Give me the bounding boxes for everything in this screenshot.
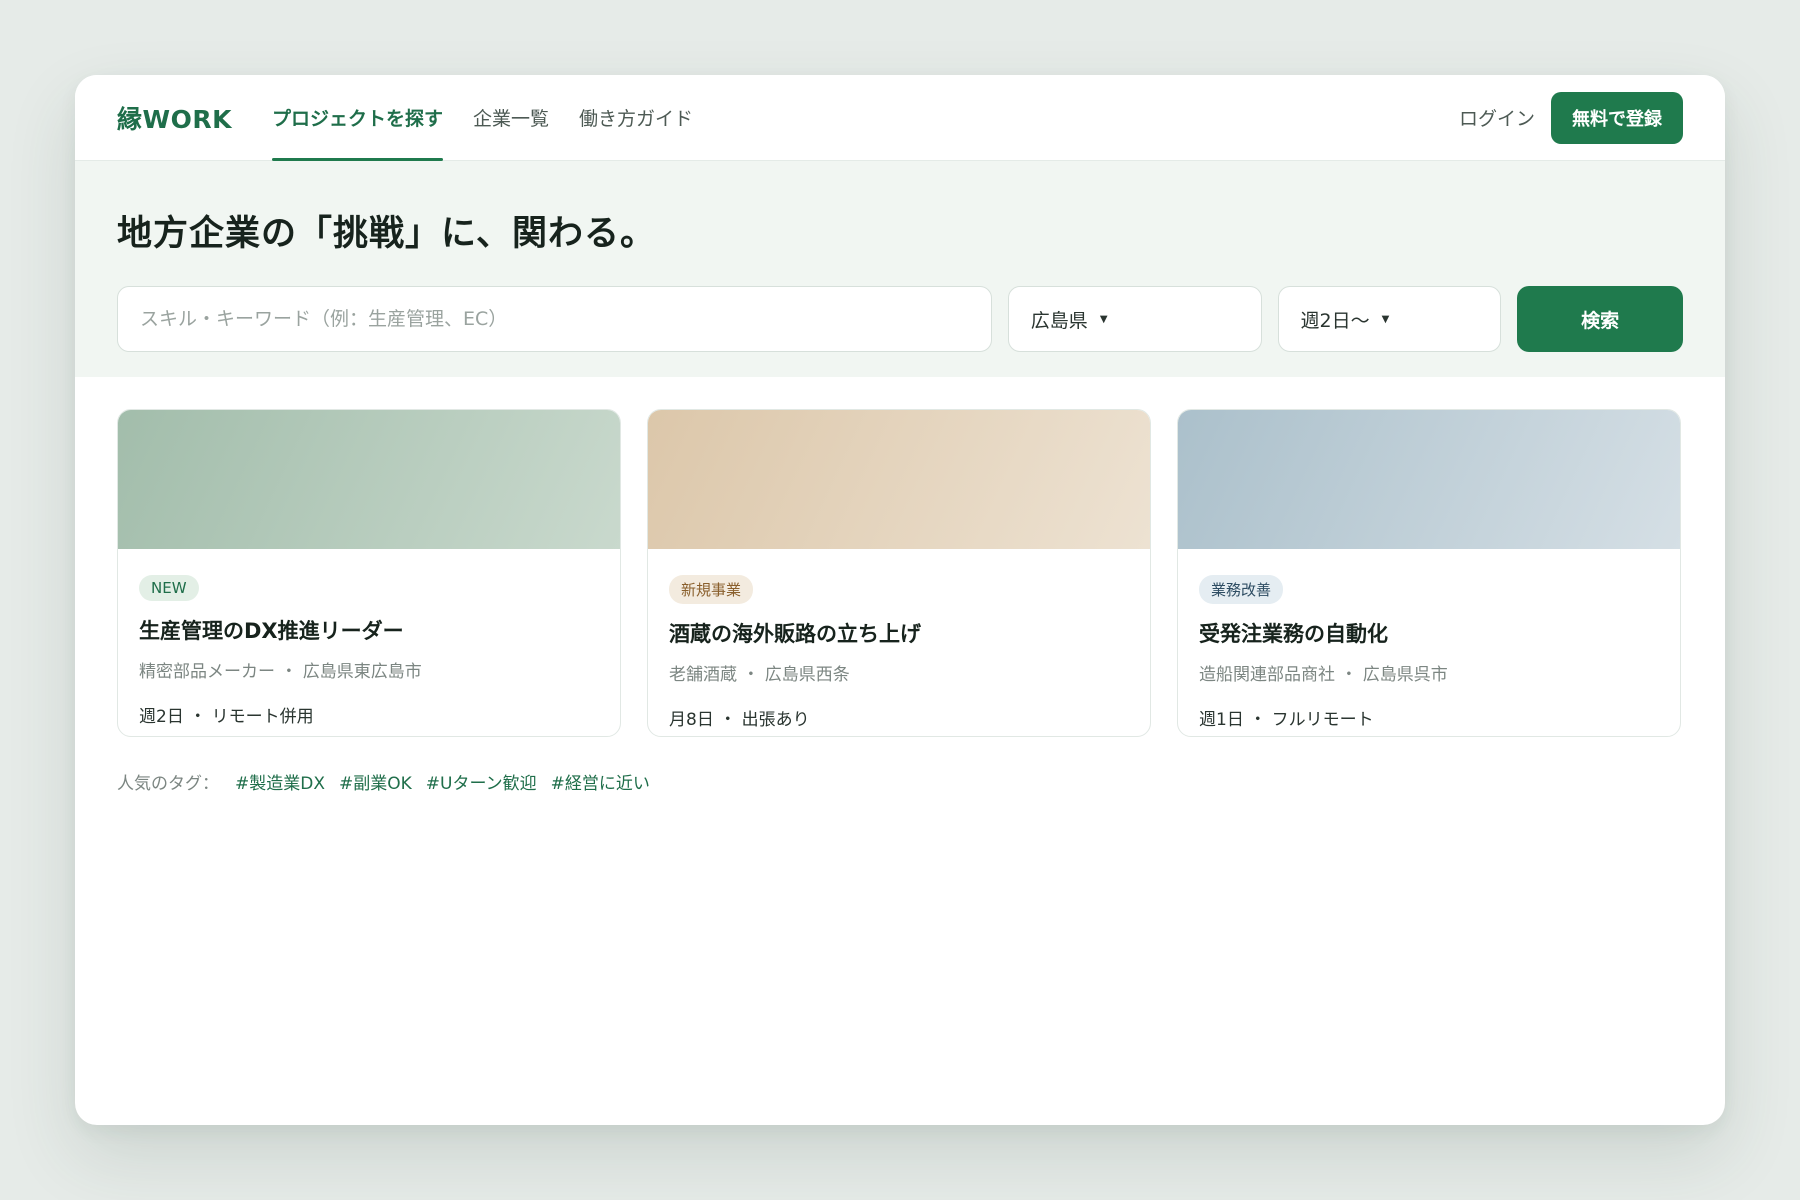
nav-item-find-projects[interactable]: プロジェクトを探す <box>271 75 443 161</box>
app-window: 縁WORK プロジェクトを探す 企業一覧 働き方ガイド ログイン 無料で登録 地… <box>75 75 1725 1125</box>
nav-item-work-guide[interactable]: 働き方ガイド <box>579 75 693 160</box>
header-actions: ログイン 無料で登録 <box>1459 75 1683 160</box>
project-card[interactable]: NEW 生産管理のDX推進リーダー 精密部品メーカー ・ 広島県東広島市 週2日… <box>117 409 621 737</box>
tag-link[interactable]: #Uターン歓迎 <box>426 769 537 794</box>
card-work-conditions: 週1日 ・ フルリモート <box>1199 710 1374 730</box>
card-body: NEW 生産管理のDX推進リーダー 精密部品メーカー ・ 広島県東広島市 週2日… <box>118 549 620 727</box>
tag-link[interactable]: #経営に近い <box>551 769 650 794</box>
login-link[interactable]: ログイン <box>1459 104 1535 131</box>
card-body: 業務改善 受発注業務の自動化 造船関連部品商社 ・ 広島県呉市 週1日 ・ フル… <box>1178 549 1680 730</box>
card-work-conditions: 週2日 ・ リモート併用 <box>139 707 314 727</box>
card-body: 新規事業 酒蔵の海外販路の立ち上げ 老舗酒蔵 ・ 広島県西条 月8日 ・ 出張あ… <box>648 549 1150 730</box>
card-company-location: 老舗酒蔵 ・ 広島県西条 <box>669 665 850 685</box>
nav-item-companies[interactable]: 企業一覧 <box>473 75 549 160</box>
main-nav: プロジェクトを探す 企業一覧 働き方ガイド <box>271 75 723 161</box>
workdays-select[interactable]: 週2日〜 ▼ <box>1277 286 1502 352</box>
search-button[interactable]: 検索 <box>1517 286 1684 352</box>
caret-down-icon: ▼ <box>1381 313 1390 325</box>
project-card-list: NEW 生産管理のDX推進リーダー 精密部品メーカー ・ 広島県東広島市 週2日… <box>75 377 1725 737</box>
hero-title: 地方企業の「挑戦」に、関わる。 <box>117 214 656 254</box>
card-company-location: 精密部品メーカー ・ 広島県東広島市 <box>139 662 422 682</box>
register-button[interactable]: 無料で登録 <box>1551 91 1683 144</box>
project-card[interactable]: 新規事業 酒蔵の海外販路の立ち上げ 老舗酒蔵 ・ 広島県西条 月8日 ・ 出張あ… <box>647 409 1151 737</box>
tag-link[interactable]: #製造業DX <box>235 769 325 794</box>
prefecture-select-value: 広島県 <box>1030 309 1088 332</box>
popular-tags: 人気のタグ： #製造業DX #副業OK #Uターン歓迎 #経営に近い <box>75 737 1725 794</box>
site-logo[interactable]: 縁WORK <box>117 75 232 160</box>
card-thumbnail <box>1178 410 1680 549</box>
caret-down-icon: ▼ <box>1099 313 1108 325</box>
popular-tags-label: 人気のタグ： <box>117 774 219 794</box>
top-header: 縁WORK プロジェクトを探す 企業一覧 働き方ガイド ログイン 無料で登録 <box>75 75 1725 161</box>
card-thumbnail <box>118 410 620 549</box>
card-badge: 業務改善 <box>1199 575 1284 604</box>
card-work-conditions: 月8日 ・ 出張あり <box>669 710 810 730</box>
workdays-select-value: 週2日〜 <box>1300 309 1370 332</box>
card-title: 生産管理のDX推進リーダー <box>139 619 404 643</box>
card-thumbnail <box>648 410 1150 549</box>
prefecture-select[interactable]: 広島県 ▼ <box>1007 286 1262 352</box>
card-company-location: 造船関連部品商社 ・ 広島県呉市 <box>1199 665 1448 685</box>
project-card[interactable]: 業務改善 受発注業務の自動化 造船関連部品商社 ・ 広島県呉市 週1日 ・ フル… <box>1177 409 1681 737</box>
card-title: 受発注業務の自動化 <box>1199 622 1388 646</box>
keyword-search-input[interactable] <box>117 286 992 352</box>
card-badge: NEW <box>139 575 199 601</box>
hero-section: 地方企業の「挑戦」に、関わる。 広島県 ▼ 週2日〜 ▼ 検索 <box>75 161 1725 377</box>
card-badge: 新規事業 <box>669 575 754 604</box>
card-title: 酒蔵の海外販路の立ち上げ <box>669 622 921 646</box>
tag-link[interactable]: #副業OK <box>339 769 412 794</box>
search-row: 広島県 ▼ 週2日〜 ▼ 検索 <box>117 286 1684 352</box>
